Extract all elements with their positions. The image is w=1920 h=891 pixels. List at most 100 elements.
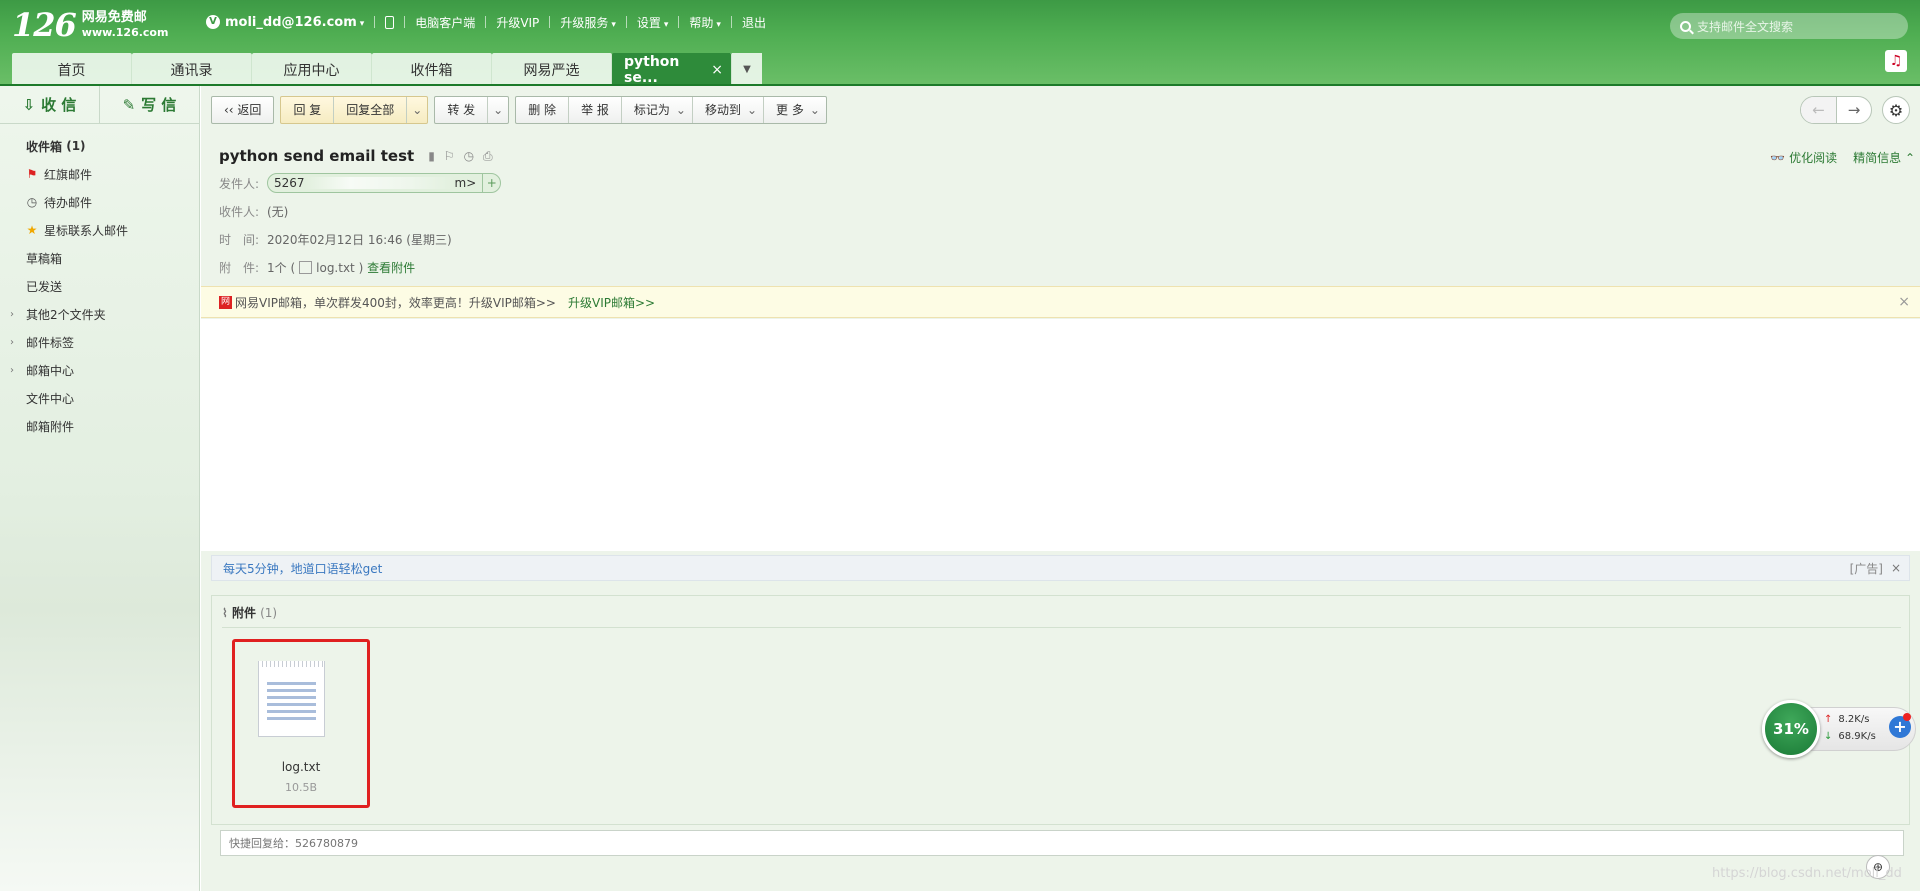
divider	[678, 16, 680, 28]
attachment-name[interactable]: log.txt	[235, 760, 367, 774]
chevron-right-icon[interactable]: ›	[10, 337, 14, 348]
upgrade-vip-link[interactable]: 升级VIP邮箱>>	[568, 294, 655, 311]
watermark: https://blog.csdn.net/moli_dd	[1712, 866, 1902, 881]
to-row: 收件人: (无)	[219, 200, 1909, 222]
flag-icon: ⚑	[26, 167, 38, 181]
settings-menu[interactable]: 设置	[637, 14, 669, 31]
divider	[485, 16, 487, 28]
sidebar-item-mail-tags[interactable]: › 邮件标签	[0, 328, 199, 356]
reply-button[interactable]: 回 复	[281, 97, 333, 123]
tab-current-mail[interactable]: python se... ×	[612, 53, 732, 86]
mark-as-menu[interactable]: 标记为	[620, 97, 692, 123]
gear-icon[interactable]: ⚙	[1882, 96, 1910, 124]
mail-header: python send email test ▮ ⚐ ◷ ⎙ 👓 优化阅读 精简…	[219, 146, 1915, 278]
upgrade-vip-link[interactable]: 升级VIP	[496, 14, 539, 31]
sender-suffix: m>	[454, 176, 477, 190]
sidebar-item-mailbox-center[interactable]: › 邮箱中心	[0, 356, 199, 384]
forward-button[interactable]: 转 发	[435, 97, 487, 123]
text-file-icon	[258, 661, 325, 737]
move-to-menu[interactable]: 移动到	[691, 97, 763, 123]
report-button[interactable]: 举 报	[568, 97, 621, 123]
attachment-size: 10.5B	[284, 781, 318, 794]
clock-icon[interactable]: ◷	[464, 149, 474, 164]
search-input[interactable]: 支持邮件全文搜索	[1697, 18, 1793, 35]
attachment-card[interactable]: log.txt 10.5B	[232, 639, 370, 808]
sidebar-item-file-center[interactable]: 文件中心	[0, 384, 199, 412]
attachments-count: (1)	[260, 606, 278, 620]
music-icon[interactable]: ♫	[1885, 50, 1907, 72]
back-button[interactable]: ‹‹ 返回	[212, 97, 273, 123]
sidebar-item-inbox[interactable]: 收件箱 (1)	[0, 132, 199, 160]
arrow-left-icon[interactable]: ←	[1801, 97, 1836, 123]
folder-label: 草稿箱	[26, 251, 63, 266]
star-icon: ★	[26, 223, 38, 237]
close-icon[interactable]: ×	[1891, 561, 1901, 575]
print-icon[interactable]: ⎙	[483, 149, 493, 164]
account-menu[interactable]: moli_dd@126.com	[225, 15, 364, 30]
brief-info-link[interactable]: 精简信息 ⌃	[1853, 149, 1915, 166]
close-icon[interactable]: ×	[1898, 294, 1910, 310]
memory-percent[interactable]: 31%	[1762, 700, 1820, 758]
more-menu[interactable]: 更 多	[763, 97, 826, 123]
desktop-client-link[interactable]: 电脑客户端	[415, 14, 475, 31]
sidebar-item-sent[interactable]: 已发送	[0, 272, 199, 300]
ad-link[interactable]: 每天5分钟，地道口语轻松get	[223, 560, 382, 577]
network-speed-widget[interactable]: 31% ↑ 8.2K/s ↓ 68.9K/s +	[1762, 700, 1917, 758]
sender-redacted	[304, 177, 455, 189]
optimize-read-link[interactable]: 👓 优化阅读	[1770, 149, 1837, 166]
chevron-right-icon[interactable]: ›	[10, 309, 14, 320]
tab-home[interactable]: 首页	[12, 53, 132, 86]
arrow-right-icon[interactable]: →	[1836, 97, 1871, 123]
bookmark-icon[interactable]: ▮	[428, 149, 435, 164]
vip-promo-text[interactable]: 网易VIP邮箱，单次群发400封，效率更高！升级VIP邮箱>>	[235, 294, 556, 311]
tab-inbox[interactable]: 收件箱	[372, 53, 492, 86]
tab-yanxuan[interactable]: 网易严选	[492, 53, 612, 86]
upgrade-service-menu[interactable]: 升级服务	[560, 14, 616, 31]
mobile-icon[interactable]	[385, 15, 395, 29]
search-icon	[1680, 20, 1691, 32]
receive-button[interactable]: ⇩ 收 信	[0, 86, 99, 123]
chevron-down-icon[interactable]: ⌄	[487, 97, 508, 123]
search-box[interactable]: 支持邮件全文搜索	[1670, 13, 1908, 39]
sidebar-item-other-folders[interactable]: › 其他2个文件夹	[0, 300, 199, 328]
receive-label: 收 信	[41, 96, 77, 114]
sender-chip[interactable]: 5267 m> +	[267, 173, 502, 193]
glasses-icon: 👓	[1770, 151, 1786, 165]
chevron-right-icon[interactable]: ›	[10, 365, 14, 376]
unread-count: (1)	[66, 139, 86, 153]
time-value: 2020年02月12日 16:46 (星期三)	[267, 232, 452, 247]
brand-logo[interactable]: 126 网易免费邮 www.126.com	[12, 6, 168, 44]
compose-button[interactable]: ✎ 写 信	[99, 86, 199, 123]
attach-summary: 1个 (log.txt )	[267, 260, 364, 275]
sidebar-item-attachments[interactable]: 邮箱附件	[0, 412, 199, 440]
ad-tag: [广告]	[1849, 561, 1883, 576]
add-contact-icon[interactable]: +	[482, 174, 500, 192]
chevron-down-icon[interactable]: ⌄	[406, 97, 427, 123]
quick-reply-input[interactable]	[220, 830, 1904, 856]
logout-link[interactable]: 退出	[742, 14, 766, 31]
close-icon[interactable]: ×	[711, 62, 723, 78]
help-menu[interactable]: 帮助	[689, 14, 721, 31]
folder-list: 收件箱 (1) ⚑ 红旗邮件 ◷ 待办邮件 ★ 星标联系人邮件 草稿箱 已发送 …	[0, 124, 199, 440]
subject-text: python send email test	[219, 147, 415, 165]
sidebar-item-todo[interactable]: ◷ 待办邮件	[0, 188, 199, 216]
sidebar-item-drafts[interactable]: 草稿箱	[0, 244, 199, 272]
tab-contacts[interactable]: 通讯录	[132, 53, 252, 86]
sidebar-item-starred-contacts[interactable]: ★ 星标联系人邮件	[0, 216, 199, 244]
attach-label: 附 件:	[219, 260, 260, 275]
tab-app-center[interactable]: 应用中心	[252, 53, 372, 86]
flag-icon[interactable]: ⚐	[444, 149, 455, 164]
chevron-down-icon[interactable]: ▼	[732, 53, 762, 86]
reply-all-button[interactable]: 回复全部	[333, 97, 406, 123]
sidebar-item-flagged[interactable]: ⚑ 红旗邮件	[0, 160, 199, 188]
sender-prefix: 5267	[274, 176, 305, 190]
folder-label: 邮箱中心	[26, 363, 75, 378]
delete-button[interactable]: 删 除	[516, 97, 568, 123]
divider	[404, 16, 406, 28]
arrow-up-icon: ↑	[1824, 714, 1833, 725]
view-attachments-link[interactable]: 查看附件	[367, 259, 415, 276]
file-icon	[299, 260, 313, 274]
vip-level-icon[interactable]: V	[206, 15, 220, 29]
from-label: 发件人:	[219, 176, 260, 191]
clock-icon: ◷	[26, 195, 38, 209]
